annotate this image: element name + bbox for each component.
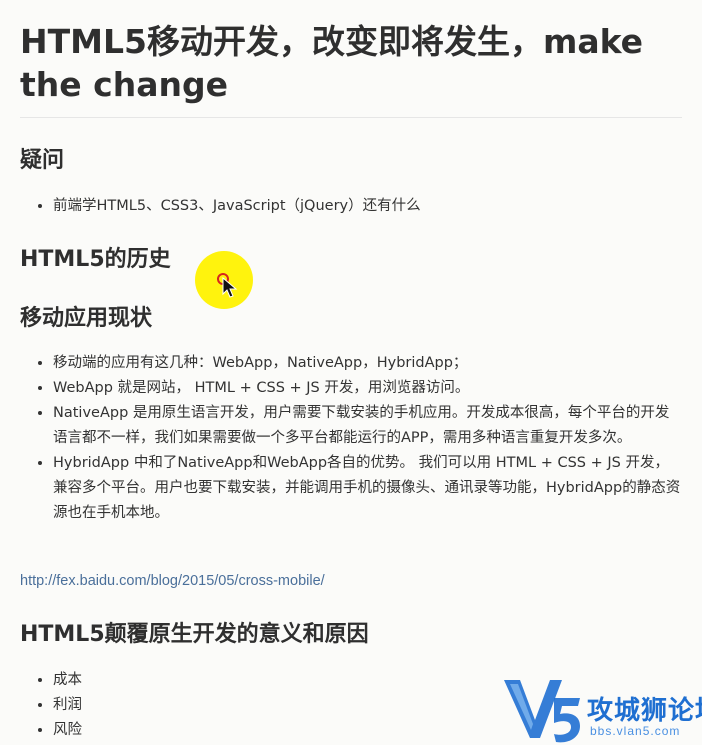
title-divider bbox=[20, 117, 682, 118]
section-heading-mobile-status: 移动应用现状 bbox=[20, 306, 153, 331]
list-item: 利润 bbox=[53, 693, 82, 718]
watermark-brand-text: 攻城狮论坛 bbox=[587, 696, 702, 726]
list-item: 成本 bbox=[53, 668, 82, 693]
section-heading-disruption: HTML5颠覆原生开发的意义和原因 bbox=[20, 622, 369, 647]
section-heading-history: HTML5的历史 bbox=[20, 247, 171, 272]
section-heading-questions: 疑问 bbox=[20, 148, 65, 173]
list-item: 风险 bbox=[53, 718, 82, 743]
list-item: NativeApp 是用原生语言开发，用户需要下载安装的手机应用。开发成本很高，… bbox=[53, 401, 683, 451]
cross-mobile-link[interactable]: http://fex.baidu.com/blog/2015/05/cross-… bbox=[20, 570, 325, 592]
list-item: 前端学HTML5、CSS3、JavaScript（jQuery）还有什么 bbox=[53, 194, 421, 219]
disruption-list: 成本 利润 风险 bbox=[33, 668, 82, 743]
document-page: HTML5移动开发，改变即将发生，make the change 疑问 前端学H… bbox=[0, 0, 702, 745]
list-item: WebApp 就是网站， HTML + CSS + JS 开发，用浏览器访问。 bbox=[53, 376, 683, 401]
forum-watermark: 攻城狮论坛 bbs.vlan5.com bbox=[502, 676, 702, 745]
page-title: HTML5移动开发，改变即将发生，make the change bbox=[20, 22, 644, 104]
v5-logo-icon bbox=[504, 680, 580, 743]
mouse-pointer-icon bbox=[222, 277, 238, 298]
watermark-domain-text: bbs.vlan5.com bbox=[590, 724, 681, 738]
list-item: HybridApp 中和了NativeApp和WebApp各自的优势。 我们可以… bbox=[53, 451, 683, 526]
list-item: 移动端的应用有这几种：WebApp，NativeApp，HybridApp； bbox=[53, 351, 683, 376]
mobile-status-list: 移动端的应用有这几种：WebApp，NativeApp，HybridApp； W… bbox=[33, 351, 683, 526]
questions-list: 前端学HTML5、CSS3、JavaScript（jQuery）还有什么 bbox=[33, 194, 421, 219]
